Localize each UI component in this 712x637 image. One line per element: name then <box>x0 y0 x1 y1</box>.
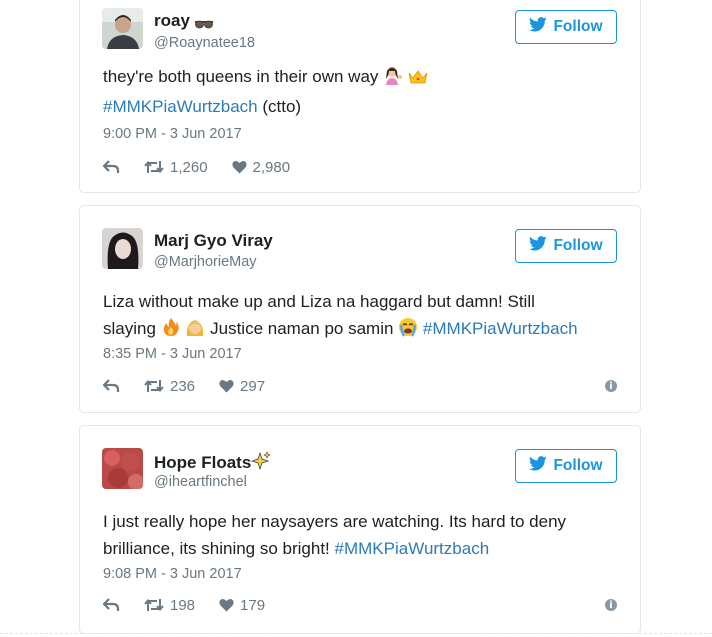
avatar[interactable] <box>102 8 143 49</box>
divider <box>0 633 712 634</box>
display-name[interactable]: Hope Floats <box>154 451 271 476</box>
crying-face-emoji-icon <box>398 317 418 345</box>
display-name[interactable]: Marj Gyo Viray <box>154 231 273 251</box>
heart-icon <box>219 598 234 612</box>
reply-button[interactable] <box>103 160 120 174</box>
retweet-count: 236 <box>170 377 196 395</box>
woman-emoji-icon <box>185 317 205 345</box>
reply-button[interactable] <box>103 598 120 612</box>
sparkles-emoji-icon <box>251 451 271 476</box>
twitter-bird-icon <box>529 236 548 256</box>
avatar[interactable] <box>102 228 143 269</box>
tweet-card: roay @Roaynatee18 Follow they're both qu… <box>79 0 641 193</box>
hashtag-link[interactable]: #MMKPiaWurtzbach <box>103 97 258 116</box>
tweet-text: Liza without make up and Liza na haggard… <box>103 288 628 345</box>
tweet-timestamp[interactable]: 8:35 PM - 3 Jun 2017 <box>103 346 242 362</box>
reply-icon <box>103 160 120 174</box>
woman-tipping-hand-emoji-icon <box>383 65 403 93</box>
retweet-icon <box>144 379 164 393</box>
tweet-timestamp[interactable]: 9:00 PM - 3 Jun 2017 <box>103 126 242 142</box>
twitter-bird-icon <box>529 17 548 37</box>
like-button[interactable]: 179 <box>219 597 265 614</box>
retweet-icon <box>144 160 164 174</box>
follow-button[interactable]: Follow <box>515 229 617 263</box>
info-icon[interactable]: i <box>605 599 617 611</box>
tweet-text: they're both queens in their own way #MM… <box>103 63 628 120</box>
tweet-card: Marj Gyo Viray @MarjhorieMay Follow Liza… <box>79 205 641 413</box>
user-handle[interactable]: @iheartfinchel <box>154 474 247 490</box>
like-button[interactable]: 297 <box>219 378 265 395</box>
hashtag-link[interactable]: #MMKPiaWurtzbach <box>335 539 490 558</box>
follow-button[interactable]: Follow <box>515 449 617 483</box>
heart-icon <box>219 379 234 393</box>
retweet-button[interactable]: 236 <box>144 378 195 395</box>
crown-emoji-icon <box>408 66 428 93</box>
follow-button[interactable]: Follow <box>515 10 617 44</box>
tweet-actions: 198 179 <box>103 595 289 615</box>
retweet-count: 198 <box>170 596 196 614</box>
twitter-bird-icon <box>529 456 548 476</box>
retweet-button[interactable]: 198 <box>144 597 195 614</box>
heart-icon <box>231 160 247 174</box>
fire-emoji-icon <box>161 317 181 345</box>
user-handle[interactable]: @MarjhorieMay <box>154 254 257 270</box>
tweet-timestamp[interactable]: 9:08 PM - 3 Jun 2017 <box>103 566 242 582</box>
info-icon[interactable]: i <box>605 380 617 392</box>
tweet-card: Hope Floats @iheartfinchel Follow I just… <box>79 425 641 634</box>
retweet-count: 1,260 <box>170 158 208 176</box>
avatar[interactable] <box>102 448 143 489</box>
like-count: 297 <box>240 377 266 395</box>
like-count: 2,980 <box>252 158 291 176</box>
retweet-button[interactable]: 1,260 <box>144 159 208 176</box>
like-count: 179 <box>240 596 266 614</box>
reply-icon <box>103 379 120 393</box>
sunglasses-emoji-icon <box>194 14 213 34</box>
reply-icon <box>103 598 120 612</box>
user-handle[interactable]: @Roaynatee18 <box>154 35 255 51</box>
tweet-text: I just really hope her naysayers are wat… <box>103 512 567 558</box>
display-name[interactable]: roay <box>154 11 213 34</box>
reply-button[interactable] <box>103 379 120 393</box>
tweet-actions: 1,260 2,980 <box>103 157 314 177</box>
hashtag-link[interactable]: #MMKPiaWurtzbach <box>423 319 578 338</box>
tweet-actions: 236 297 <box>103 376 289 396</box>
retweet-icon <box>144 598 164 612</box>
like-button[interactable]: 2,980 <box>231 158 291 176</box>
